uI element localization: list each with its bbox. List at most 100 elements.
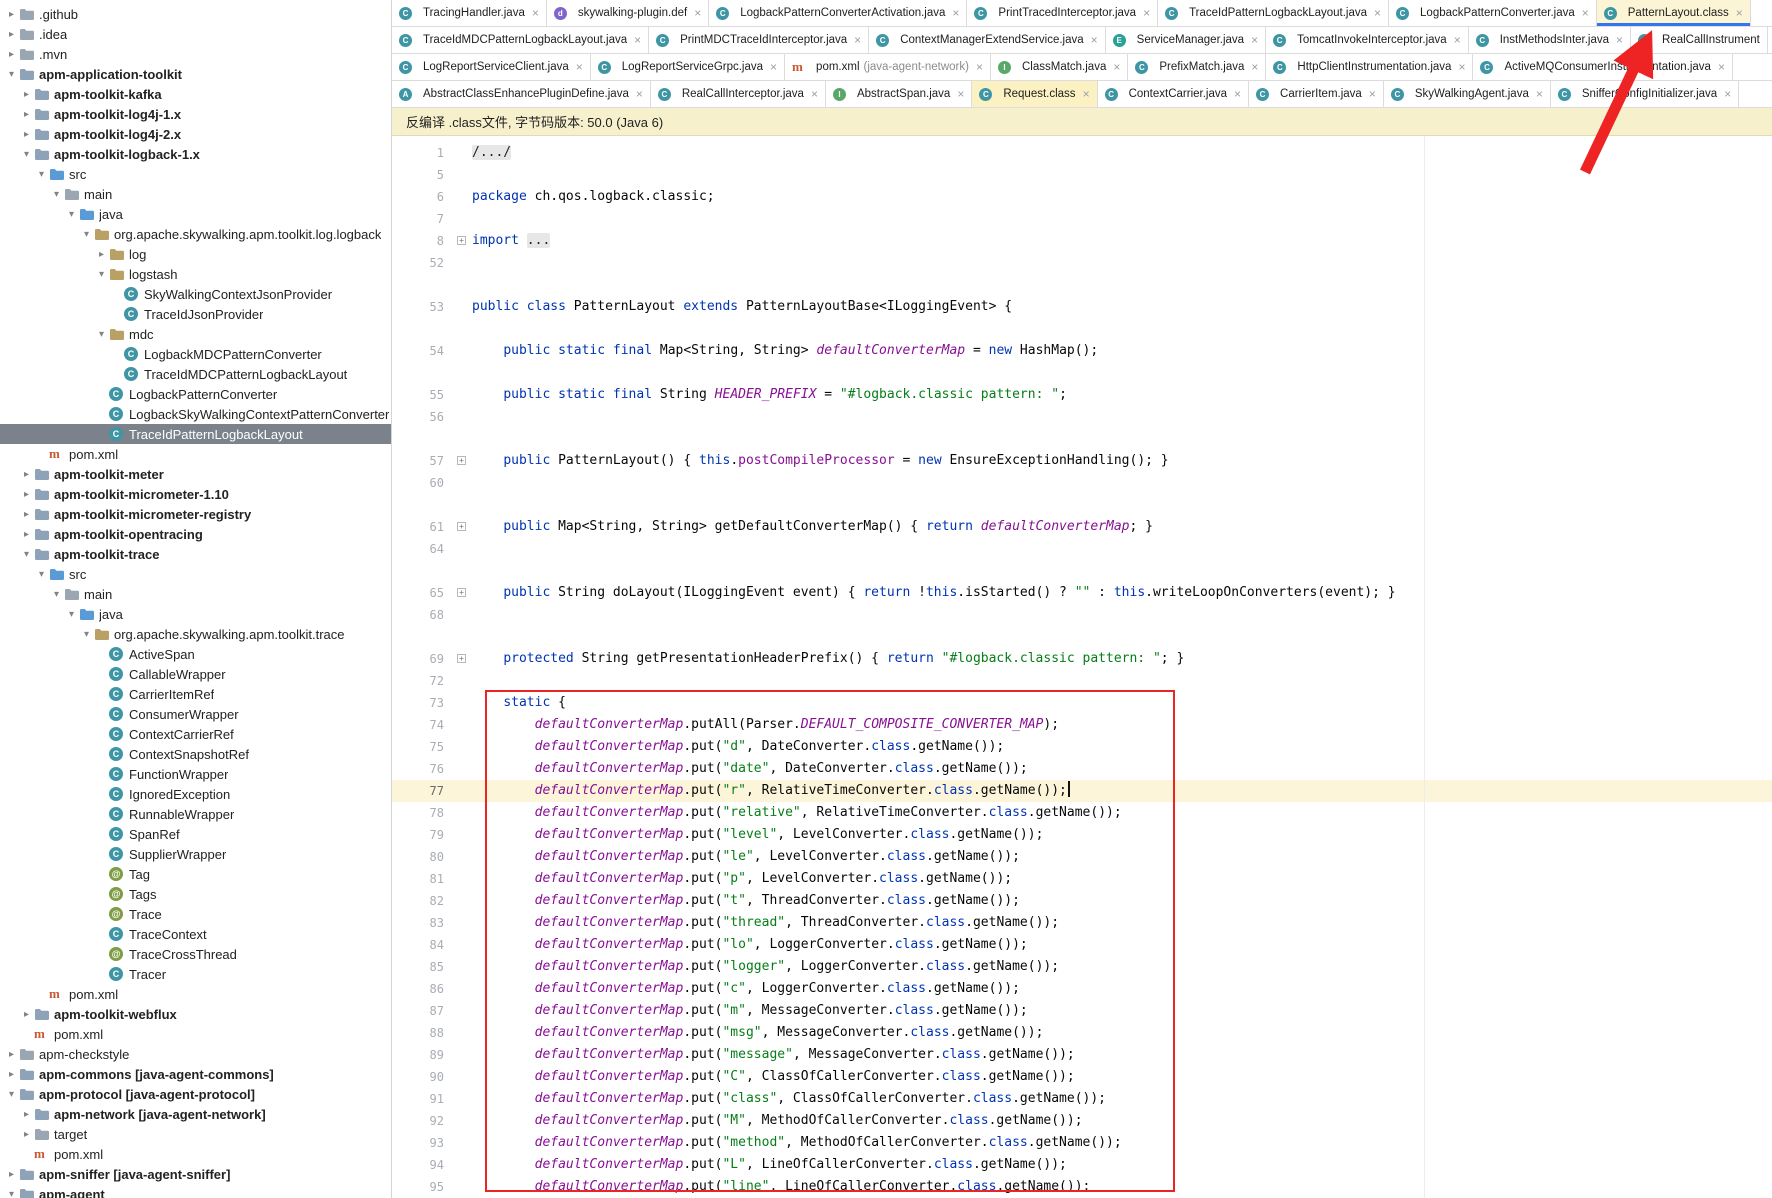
close-icon[interactable]: × xyxy=(1616,33,1623,47)
close-icon[interactable]: × xyxy=(1582,6,1589,20)
tree-item-logbackpatternconverter[interactable]: CLogbackPatternConverter xyxy=(0,384,391,404)
code-line-83[interactable]: 83 defaultConverterMap.put("thread", Thr… xyxy=(392,912,1772,934)
chevron-down-icon[interactable]: ▾ xyxy=(19,549,34,560)
code-line-90[interactable]: 90 defaultConverterMap.put("C", ClassOfC… xyxy=(392,1066,1772,1088)
tab-abstractspan-java[interactable]: IAbstractSpan.java× xyxy=(826,81,972,107)
tree-item-contextcarrierref[interactable]: CContextCarrierRef xyxy=(0,724,391,744)
tab-logbackpatternconverter-java[interactable]: CLogbackPatternConverter.java× xyxy=(1389,0,1597,26)
chevron-right-icon[interactable]: ▸ xyxy=(4,49,19,60)
chevron-down-icon[interactable]: ▾ xyxy=(34,569,49,580)
tree-item-apm-toolkit-micrometer-registry[interactable]: ▸apm-toolkit-micrometer-registry xyxy=(0,504,391,524)
tab-skywalkingagent-java[interactable]: CSkyWalkingAgent.java× xyxy=(1384,81,1551,107)
chevron-down-icon[interactable]: ▾ xyxy=(34,169,49,180)
tab-skywalking-plugin-def[interactable]: dskywalking-plugin.def× xyxy=(547,0,709,26)
fold-expand-icon[interactable]: + xyxy=(457,654,466,663)
chevron-right-icon[interactable]: ▸ xyxy=(4,29,19,40)
chevron-right-icon[interactable]: ▸ xyxy=(19,89,34,100)
code-line-93[interactable]: 93 defaultConverterMap.put("method", Met… xyxy=(392,1132,1772,1154)
tab-tracinghandler-java[interactable]: CTracingHandler.java× xyxy=(392,0,547,26)
tab-logreportserviceclient-java[interactable]: CLogReportServiceClient.java× xyxy=(392,54,591,80)
tab-instmethodsinter-java[interactable]: CInstMethodsInter.java× xyxy=(1469,27,1631,53)
chevron-down-icon[interactable]: ▾ xyxy=(94,269,109,280)
chevron-right-icon[interactable]: ▸ xyxy=(19,489,34,500)
chevron-down-icon[interactable]: ▾ xyxy=(79,629,94,640)
close-icon[interactable]: × xyxy=(576,60,583,74)
code-line-5[interactable]: 5 xyxy=(392,164,1772,186)
code-line-56[interactable]: 56 xyxy=(392,406,1772,428)
close-icon[interactable]: × xyxy=(634,33,641,47)
tab-httpclientinstrumentation-java[interactable]: CHttpClientInstrumentation.java× xyxy=(1266,54,1473,80)
tree-item-apm-toolkit-meter[interactable]: ▸apm-toolkit-meter xyxy=(0,464,391,484)
tree-item-apm-commons-java-agent-commons[interactable]: ▸apm-commons [java-agent-commons] xyxy=(0,1064,391,1084)
code-line-61[interactable]: 61+ public Map<String, String> getDefaul… xyxy=(392,516,1772,538)
tree-item-apm-toolkit-logback-1-x[interactable]: ▾apm-toolkit-logback-1.x xyxy=(0,144,391,164)
tree-item-consumerwrapper[interactable]: CConsumerWrapper xyxy=(0,704,391,724)
close-icon[interactable]: × xyxy=(1083,87,1090,101)
close-icon[interactable]: × xyxy=(1718,60,1725,74)
tab-prefixmatch-java[interactable]: CPrefixMatch.java× xyxy=(1128,54,1266,80)
chevron-down-icon[interactable]: ▾ xyxy=(64,609,79,620)
code-editor[interactable]: 1/.../56package ch.qos.logback.classic;7… xyxy=(392,136,1772,1198)
tree-item-org-apache-skywalking-apm-toolkit-log-logback[interactable]: ▾org.apache.skywalking.apm.toolkit.log.l… xyxy=(0,224,391,244)
close-icon[interactable]: × xyxy=(854,33,861,47)
close-icon[interactable]: × xyxy=(1724,87,1731,101)
code-line-81[interactable]: 81 defaultConverterMap.put("p", LevelCon… xyxy=(392,868,1772,890)
code-line-87[interactable]: 87 defaultConverterMap.put("m", MessageC… xyxy=(392,1000,1772,1022)
tree-item-apm-toolkit-log4j-1-x[interactable]: ▸apm-toolkit-log4j-1.x xyxy=(0,104,391,124)
tree-item-logstash[interactable]: ▾logstash xyxy=(0,264,391,284)
tree-item-src[interactable]: ▾src xyxy=(0,564,391,584)
tree-item-logbackskywalkingcontextpatternconverter[interactable]: CLogbackSkyWalkingContextPatternConverte… xyxy=(0,404,391,424)
tree-item-supplierwrapper[interactable]: CSupplierWrapper xyxy=(0,844,391,864)
code-line-7[interactable]: 7 xyxy=(392,208,1772,230)
code-line-64[interactable]: 64 xyxy=(392,538,1772,560)
code-line-92[interactable]: 92 defaultConverterMap.put("M", MethodOf… xyxy=(392,1110,1772,1132)
tree-item-pom-xml[interactable]: mpom.xml xyxy=(0,984,391,1004)
code-line-72[interactable]: 72 xyxy=(392,670,1772,692)
close-icon[interactable]: × xyxy=(1458,60,1465,74)
tab-classmatch-java[interactable]: IClassMatch.java× xyxy=(991,54,1128,80)
code-line-88[interactable]: 88 defaultConverterMap.put("msg", Messag… xyxy=(392,1022,1772,1044)
chevron-down-icon[interactable]: ▾ xyxy=(49,189,64,200)
tab-contextcarrier-java[interactable]: CContextCarrier.java× xyxy=(1098,81,1249,107)
tab-printtracedinterceptor-java[interactable]: CPrintTracedInterceptor.java× xyxy=(967,0,1158,26)
chevron-right-icon[interactable]: ▸ xyxy=(19,1009,34,1020)
tree-item-apm-protocol-java-agent-protocol[interactable]: ▾apm-protocol [java-agent-protocol] xyxy=(0,1084,391,1104)
close-icon[interactable]: × xyxy=(957,87,964,101)
tree-item-spanref[interactable]: CSpanRef xyxy=(0,824,391,844)
tree-item-idea[interactable]: ▸.idea xyxy=(0,24,391,44)
chevron-right-icon[interactable]: ▸ xyxy=(4,1049,19,1060)
tab-patternlayout-class[interactable]: CPatternLayout.class× xyxy=(1597,0,1751,26)
tree-item-main[interactable]: ▾main xyxy=(0,584,391,604)
tree-item-pom-xml[interactable]: mpom.xml xyxy=(0,1144,391,1164)
tab-pom-xml[interactable]: mpom.xml (java-agent-network)× xyxy=(785,54,991,80)
tree-item-carrieritemref[interactable]: CCarrierItemRef xyxy=(0,684,391,704)
code-line-79[interactable]: 79 defaultConverterMap.put("level", Leve… xyxy=(392,824,1772,846)
tree-item-tags[interactable]: @Tags xyxy=(0,884,391,904)
close-icon[interactable]: × xyxy=(770,60,777,74)
code-line-65[interactable]: 65+ public String doLayout(ILoggingEvent… xyxy=(392,582,1772,604)
tree-item-apm-toolkit-trace[interactable]: ▾apm-toolkit-trace xyxy=(0,544,391,564)
tab-traceidpatternlogbacklayout-java[interactable]: CTraceIdPatternLogbackLayout.java× xyxy=(1158,0,1389,26)
code-line-80[interactable]: 80 defaultConverterMap.put("le", LevelCo… xyxy=(392,846,1772,868)
tab-contextmanagerextendservice-java[interactable]: CContextManagerExtendService.java× xyxy=(869,27,1105,53)
chevron-down-icon[interactable]: ▾ xyxy=(4,69,19,80)
tree-item-apm-agent[interactable]: ▾apm-agent xyxy=(0,1184,391,1198)
tree-item-apm-toolkit-opentracing[interactable]: ▸apm-toolkit-opentracing xyxy=(0,524,391,544)
tree-item-src[interactable]: ▾src xyxy=(0,164,391,184)
tree-item-apm-sniffer-java-agent-sniffer[interactable]: ▸apm-sniffer [java-agent-sniffer] xyxy=(0,1164,391,1184)
tree-item-functionwrapper[interactable]: CFunctionWrapper xyxy=(0,764,391,784)
tab-abstractclassenhanceplugindefine-java[interactable]: AAbstractClassEnhancePluginDefine.java× xyxy=(392,81,651,107)
code-line-77[interactable]: 77 defaultConverterMap.put("r", Relative… xyxy=(392,780,1772,802)
tree-item-java[interactable]: ▾java xyxy=(0,204,391,224)
tree-item-pom-xml[interactable]: mpom.xml xyxy=(0,1024,391,1044)
close-icon[interactable]: × xyxy=(1234,87,1241,101)
tab-carrieritem-java[interactable]: CCarrierItem.java× xyxy=(1249,81,1384,107)
tree-item-target[interactable]: ▸target xyxy=(0,1124,391,1144)
chevron-right-icon[interactable]: ▸ xyxy=(19,469,34,480)
tab-printmdctraceidinterceptor-java[interactable]: CPrintMDCTraceIdInterceptor.java× xyxy=(649,27,869,53)
tree-item-apm-toolkit-micrometer-1-10[interactable]: ▸apm-toolkit-micrometer-1.10 xyxy=(0,484,391,504)
chevron-right-icon[interactable]: ▸ xyxy=(19,529,34,540)
close-icon[interactable]: × xyxy=(1091,33,1098,47)
code-line-78[interactable]: 78 defaultConverterMap.put("relative", R… xyxy=(392,802,1772,824)
close-icon[interactable]: × xyxy=(636,87,643,101)
